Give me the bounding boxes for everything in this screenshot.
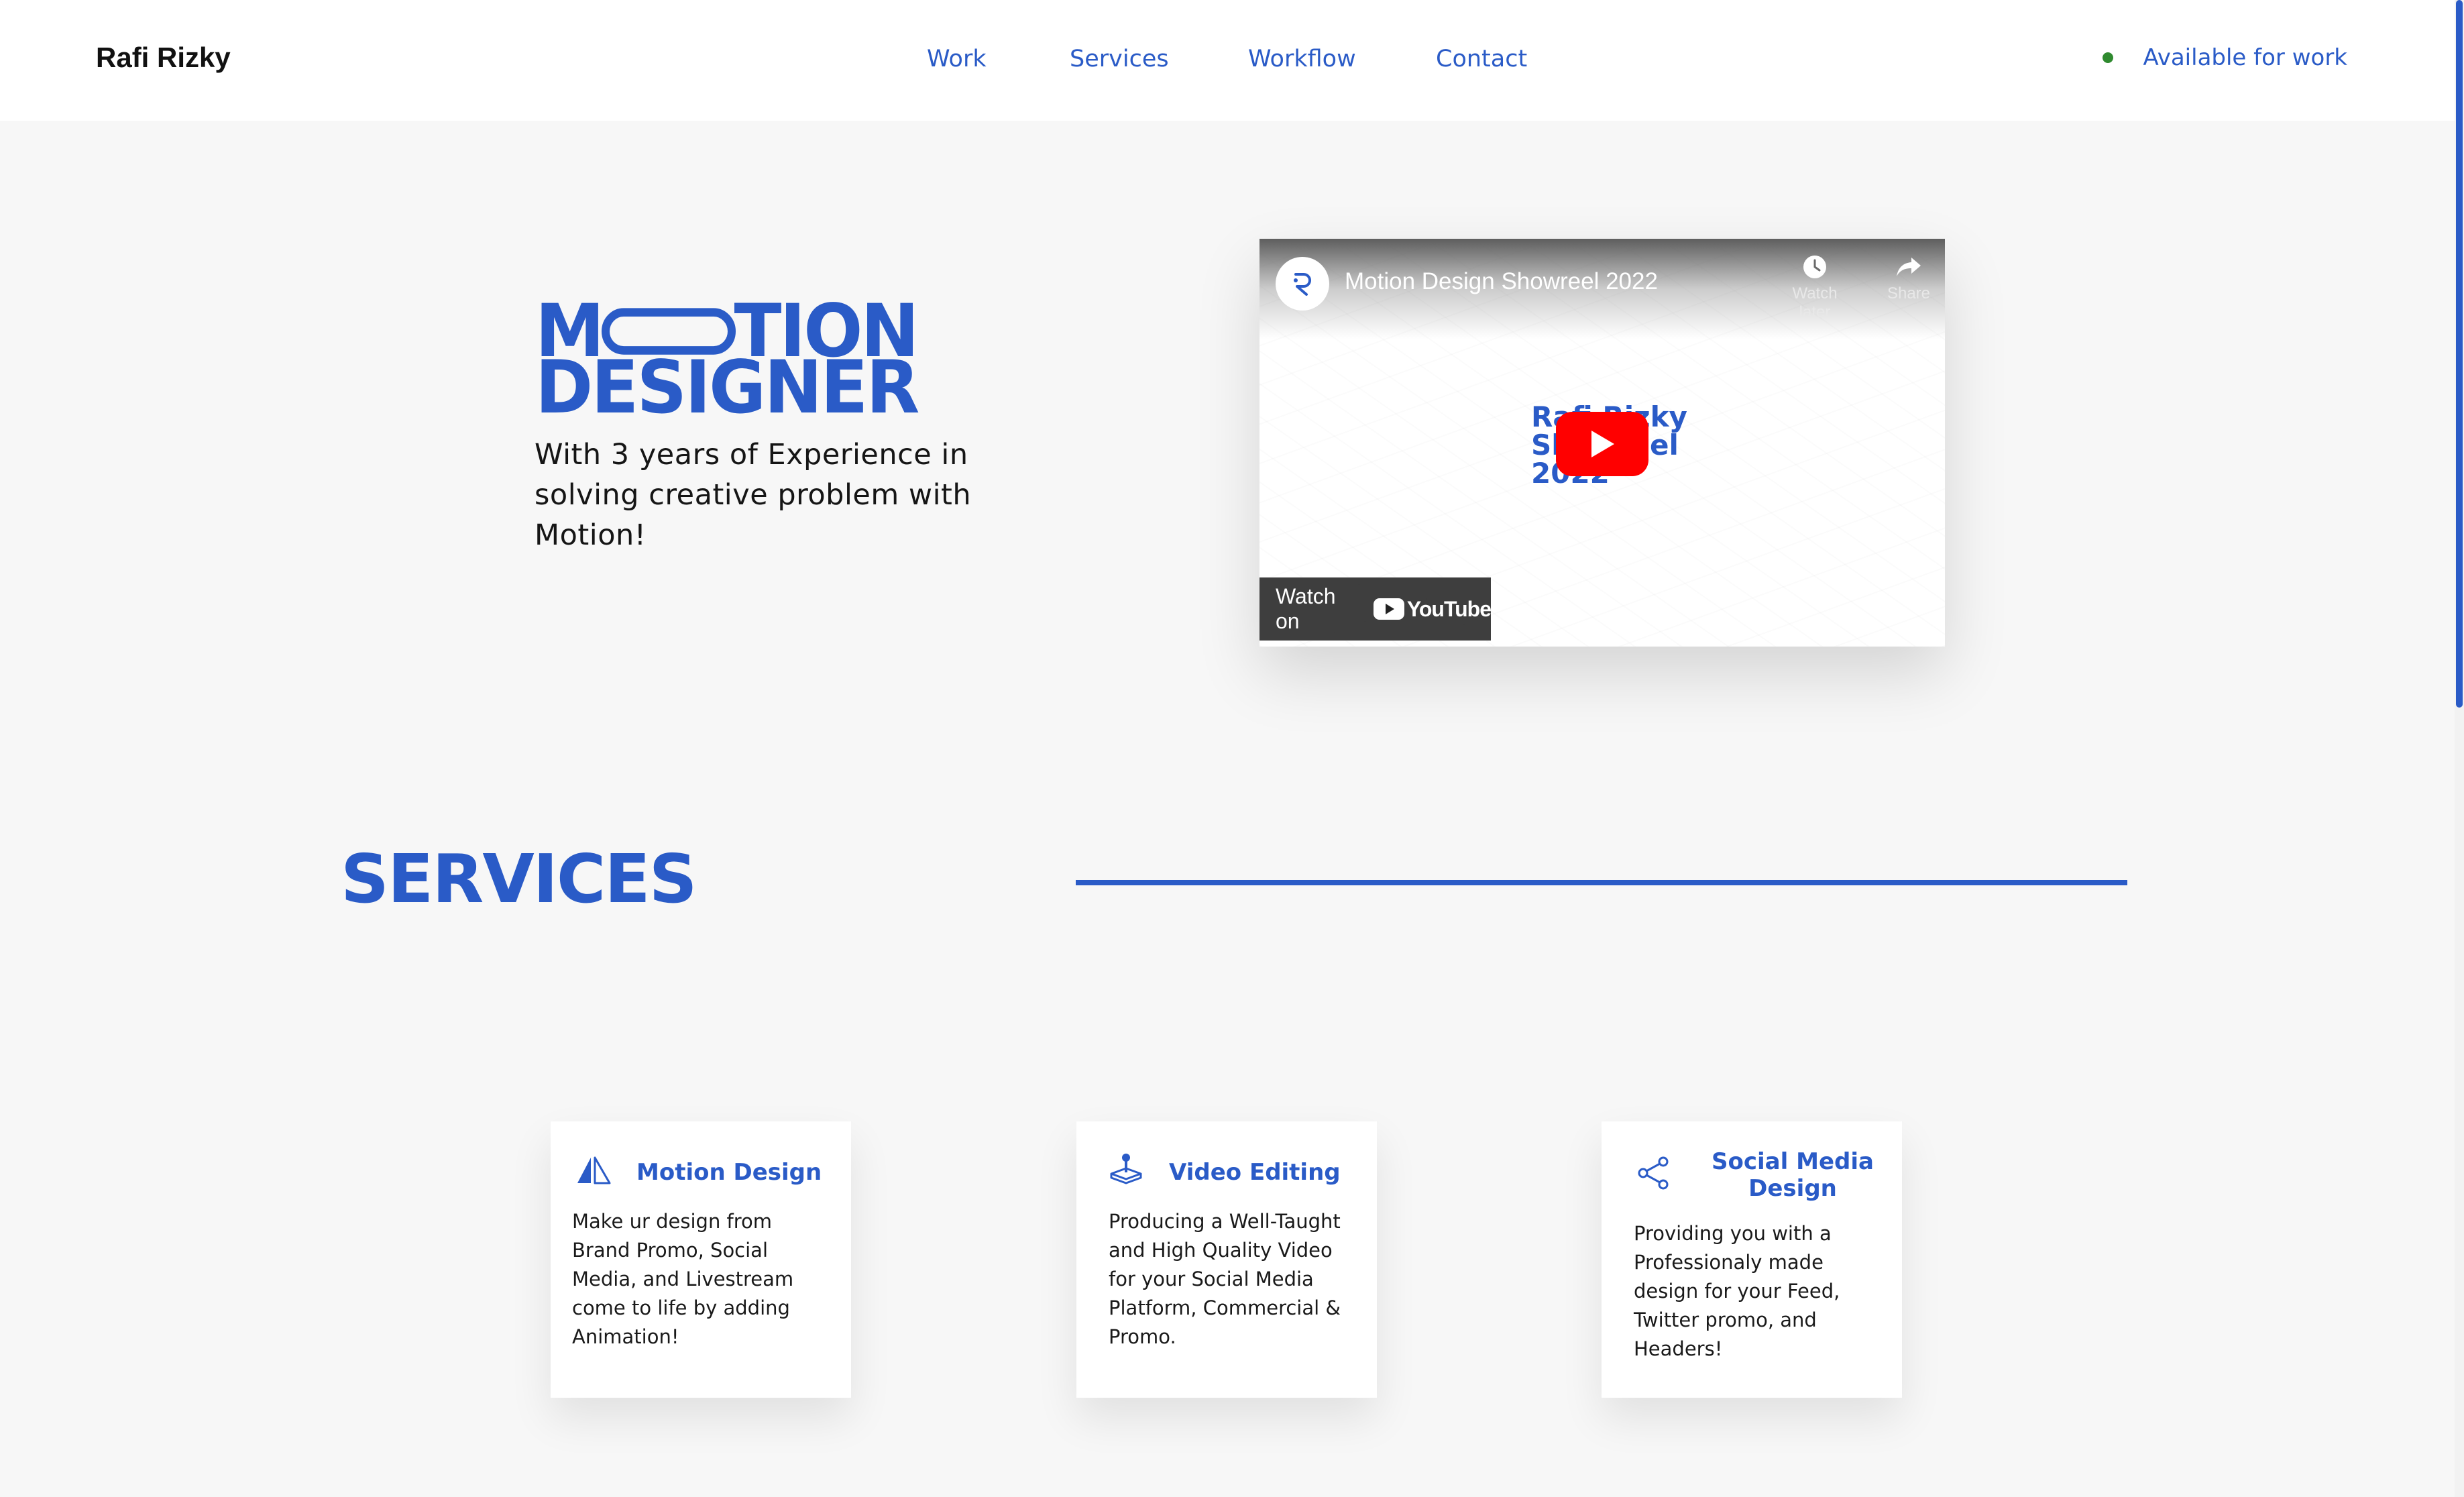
sailboat-icon <box>576 1156 612 1189</box>
share-icon <box>1635 1155 1671 1195</box>
status-dot-icon <box>2103 52 2114 63</box>
services-heading: SERVICES <box>341 840 697 918</box>
service-card-title: Video Editing <box>1169 1159 1341 1186</box>
joystick-icon <box>1107 1152 1145 1190</box>
showreel-video-embed[interactable]: Motion Design Showreel 2022 Watch later … <box>1259 239 1945 647</box>
watch-on-label: Watch on <box>1276 584 1336 633</box>
hero-subtitle: With 3 years of Experience in solving cr… <box>535 438 972 552</box>
clock-icon <box>1803 256 1826 278</box>
nav-workflow-link[interactable]: Workflow <box>1248 46 1356 72</box>
share-button[interactable]: Share <box>1868 254 1945 303</box>
share-arrow-icon <box>1897 258 1921 276</box>
channel-r-logo-icon <box>1294 273 1311 296</box>
nav-services-link[interactable]: Services <box>1070 46 1169 72</box>
service-card-description: Producing a Well-Taught and High Quality… <box>1109 1210 1341 1348</box>
watch-on-youtube-button[interactable]: Watch on YouTube <box>1259 577 1492 641</box>
availability-status[interactable]: Available for work <box>2103 44 2347 71</box>
service-card-social-media-design[interactable]: Social Media Design Providing you with a… <box>1602 1121 1902 1398</box>
service-card-description: Providing you with a Professionaly made … <box>1634 1222 1840 1360</box>
nav-contact-link[interactable]: Contact <box>1436 46 1527 72</box>
service-card-title: Motion Design <box>636 1159 822 1186</box>
service-card-motion-design[interactable]: Motion Design Make ur design from Brand … <box>551 1121 851 1398</box>
nav-work-link[interactable]: Work <box>927 46 987 72</box>
play-icon <box>1591 431 1614 457</box>
availability-label: Available for work <box>2143 44 2347 71</box>
main-nav: Work Services Workflow Contact <box>0 46 2455 79</box>
site-header: Rafi Rizky Work Services Workflow Contac… <box>0 0 2455 121</box>
service-card-title: Social Media Design <box>1712 1148 1874 1202</box>
play-button[interactable] <box>1556 412 1648 476</box>
youtube-logo: YouTube <box>1373 597 1492 622</box>
youtube-icon <box>1373 598 1404 620</box>
channel-avatar[interactable] <box>1276 257 1329 311</box>
hero-title: M TION DESIGNER <box>535 294 1031 431</box>
services-divider <box>1076 880 2127 885</box>
scrollbar-thumb[interactable] <box>2456 0 2463 708</box>
service-card-video-editing[interactable]: Video Editing Producing a Well-Taught an… <box>1076 1121 1377 1398</box>
watch-later-button[interactable]: Watch later <box>1775 254 1855 322</box>
hero-title-line2: DESIGNER <box>535 343 920 431</box>
video-title[interactable]: Motion Design Showreel 2022 <box>1345 268 1658 295</box>
page-scrollbar[interactable] <box>2455 0 2464 1497</box>
service-card-description: Make ur design from Brand Promo, Social … <box>572 1210 794 1348</box>
